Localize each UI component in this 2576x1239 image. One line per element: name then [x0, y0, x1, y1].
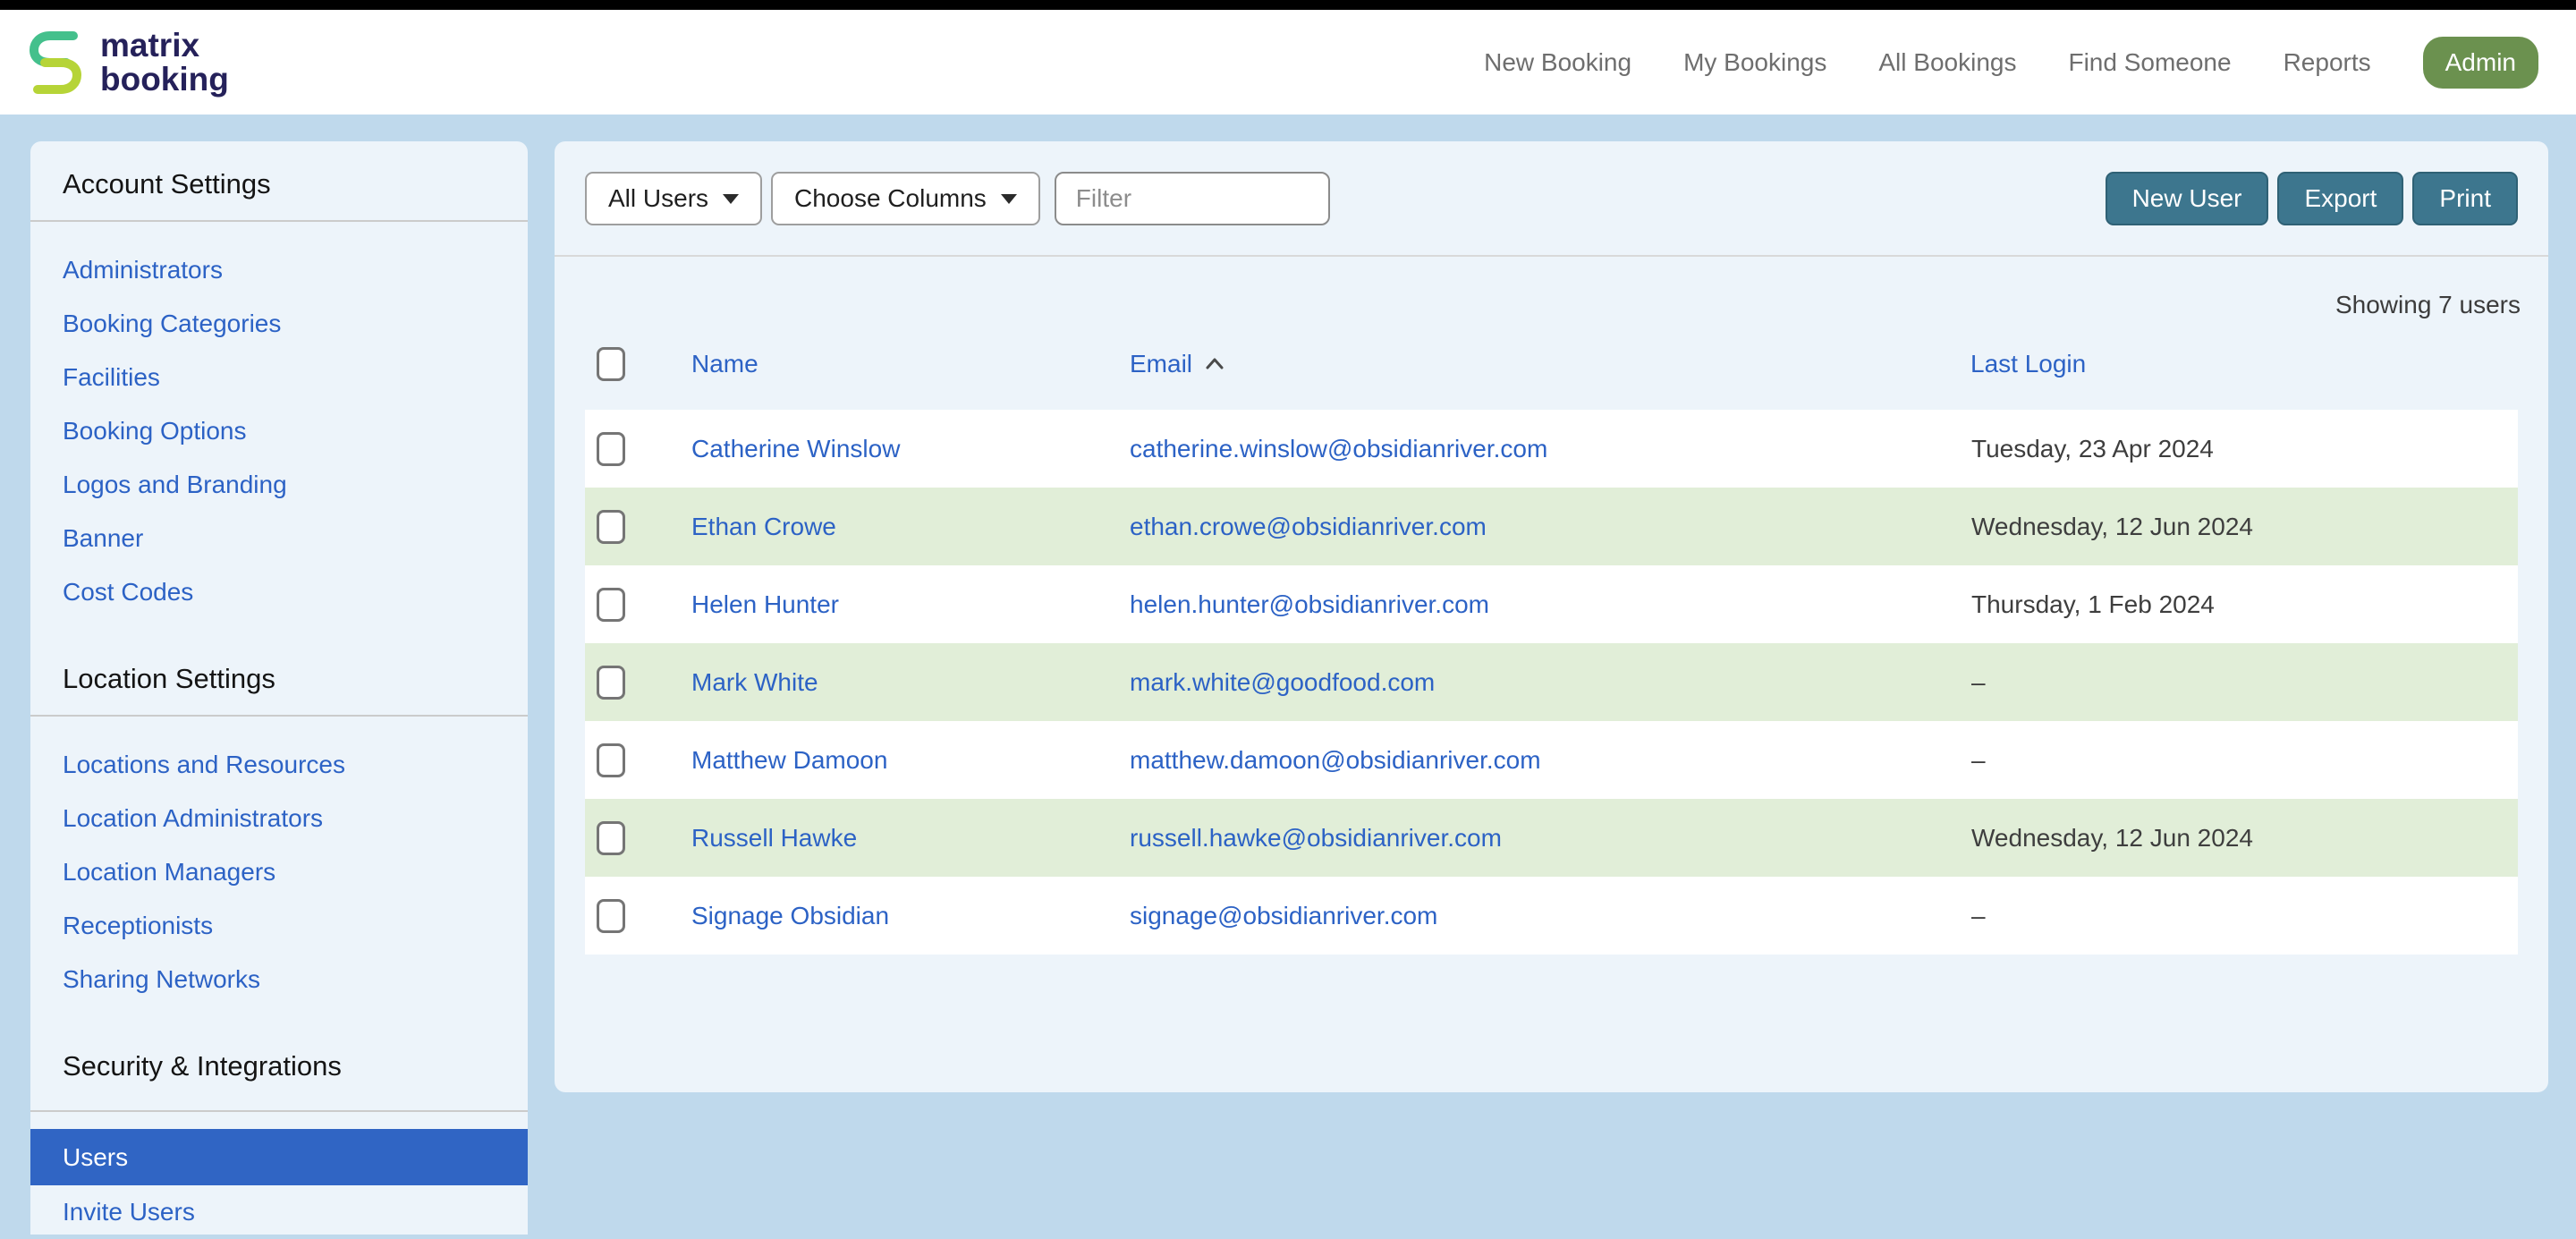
users-panel: All Users Choose Columns New User Export…: [555, 141, 2548, 1092]
nav-admin-button[interactable]: Admin: [2423, 37, 2538, 89]
sidebar-item-location-administrators[interactable]: Location Administrators: [30, 792, 528, 845]
sidebar-divider: [30, 1110, 528, 1112]
row-checkbox[interactable]: [597, 666, 625, 700]
user-email-link[interactable]: helen.hunter@obsidianriver.com: [1100, 590, 1941, 619]
header-checkbox-cell: [585, 347, 662, 381]
nav-find-someone[interactable]: Find Someone: [2068, 48, 2231, 77]
window-top-edge: [0, 0, 2576, 10]
last-login-value: Wednesday, 12 Jun 2024: [1941, 513, 2518, 541]
row-checkbox[interactable]: [597, 510, 625, 544]
row-checkbox[interactable]: [597, 743, 625, 777]
sidebar-item-location-managers[interactable]: Location Managers: [30, 845, 528, 899]
sidebar-item-sharing-networks[interactable]: Sharing Networks: [30, 953, 528, 1006]
sort-asc-icon: [1205, 357, 1224, 370]
users-toolbar: All Users Choose Columns New User Export…: [555, 141, 2548, 225]
matrix-booking-logo[interactable]: matrix booking: [27, 27, 229, 98]
table-row: Catherine Winslow catherine.winslow@obsi…: [585, 410, 2518, 488]
last-login-value: –: [1941, 902, 2518, 930]
sidebar-item-booking-categories[interactable]: Booking Categories: [30, 297, 528, 351]
nav-all-bookings[interactable]: All Bookings: [1878, 48, 2016, 77]
last-login-value: –: [1941, 746, 2518, 775]
column-header-email-label: Email: [1130, 350, 1192, 378]
toolbar-divider: [555, 255, 2548, 257]
last-login-value: –: [1941, 668, 2518, 697]
choose-columns-dropdown[interactable]: Choose Columns: [771, 172, 1040, 225]
user-scope-label: All Users: [608, 184, 708, 213]
logo-mark-icon: [27, 27, 84, 98]
user-name-link[interactable]: Helen Hunter: [662, 590, 1100, 619]
chevron-down-icon: [1001, 194, 1017, 204]
table-row: Mark White mark.white@goodfood.com –: [585, 643, 2518, 721]
admin-sidebar: Account Settings Administrators Booking …: [30, 141, 528, 1235]
sidebar-item-logos-and-branding[interactable]: Logos and Branding: [30, 458, 528, 512]
sidebar-item-locations-and-resources[interactable]: Locations and Resources: [30, 738, 528, 792]
nav-new-booking[interactable]: New Booking: [1484, 48, 1631, 77]
user-name-link[interactable]: Ethan Crowe: [662, 513, 1100, 541]
last-login-value: Tuesday, 23 Apr 2024: [1941, 435, 2518, 463]
sidebar-item-invite-users[interactable]: Invite Users: [30, 1185, 528, 1239]
user-email-link[interactable]: catherine.winslow@obsidianriver.com: [1100, 435, 1941, 463]
table-row: Matthew Damoon matthew.damoon@obsidianri…: [585, 721, 2518, 799]
nav-reports[interactable]: Reports: [2284, 48, 2371, 77]
user-name-link[interactable]: Signage Obsidian: [662, 902, 1100, 930]
logo-line2: booking: [100, 63, 229, 97]
user-name-link[interactable]: Mark White: [662, 668, 1100, 697]
sidebar-section-location: Locations and Resources Location Adminis…: [30, 738, 528, 1006]
sidebar-section-account: Administrators Booking Categories Facili…: [30, 243, 528, 619]
user-scope-dropdown[interactable]: All Users: [585, 172, 762, 225]
select-all-checkbox[interactable]: [597, 347, 625, 381]
row-checkbox[interactable]: [597, 432, 625, 466]
last-login-value: Wednesday, 12 Jun 2024: [1941, 824, 2518, 853]
sidebar-item-cost-codes[interactable]: Cost Codes: [30, 565, 528, 619]
sidebar-heading-security-integrations: Security & Integrations: [30, 1047, 528, 1086]
user-name-link[interactable]: Matthew Damoon: [662, 746, 1100, 775]
sidebar-item-banner[interactable]: Banner: [30, 512, 528, 565]
print-button[interactable]: Print: [2412, 172, 2518, 225]
choose-columns-label: Choose Columns: [794, 184, 987, 213]
table-row: Russell Hawke russell.hawke@obsidianrive…: [585, 799, 2518, 877]
nav-my-bookings[interactable]: My Bookings: [1683, 48, 1826, 77]
app-header: matrix booking New Booking My Bookings A…: [0, 10, 2576, 115]
table-row: Ethan Crowe ethan.crowe@obsidianriver.co…: [585, 488, 2518, 565]
sidebar-item-receptionists[interactable]: Receptionists: [30, 899, 528, 953]
row-checkbox[interactable]: [597, 588, 625, 622]
new-user-button[interactable]: New User: [2106, 172, 2269, 225]
showing-users-count: Showing 7 users: [555, 293, 2548, 318]
last-login-value: Thursday, 1 Feb 2024: [1941, 590, 2518, 619]
sidebar-item-booking-options[interactable]: Booking Options: [30, 404, 528, 458]
export-button[interactable]: Export: [2277, 172, 2403, 225]
user-name-link[interactable]: Catherine Winslow: [662, 435, 1100, 463]
user-email-link[interactable]: signage@obsidianriver.com: [1100, 902, 1941, 930]
users-table: Name Email Last Login Catherine Winslow …: [585, 318, 2518, 955]
user-email-link[interactable]: ethan.crowe@obsidianriver.com: [1100, 513, 1941, 541]
sidebar-item-administrators[interactable]: Administrators: [30, 243, 528, 297]
logo-line1: matrix: [100, 29, 229, 63]
column-header-name[interactable]: Name: [662, 350, 1100, 378]
filter-input[interactable]: [1055, 172, 1330, 225]
top-nav: New Booking My Bookings All Bookings Fin…: [1484, 37, 2538, 89]
sidebar-item-users[interactable]: Users: [30, 1129, 528, 1185]
logo-wordmark: matrix booking: [100, 29, 229, 97]
user-email-link[interactable]: mark.white@goodfood.com: [1100, 668, 1941, 697]
user-email-link[interactable]: matthew.damoon@obsidianriver.com: [1100, 746, 1941, 775]
column-header-email[interactable]: Email: [1100, 350, 1941, 378]
row-checkbox[interactable]: [597, 821, 625, 855]
sidebar-divider: [30, 220, 528, 222]
sidebar-item-facilities[interactable]: Facilities: [30, 351, 528, 404]
table-row: Helen Hunter helen.hunter@obsidianriver.…: [585, 565, 2518, 643]
sidebar-heading-account-settings: Account Settings: [30, 165, 528, 204]
sidebar-heading-location-settings: Location Settings: [30, 659, 528, 699]
user-name-link[interactable]: Russell Hawke: [662, 824, 1100, 853]
row-checkbox[interactable]: [597, 899, 625, 933]
table-row: Signage Obsidian signage@obsidianriver.c…: [585, 877, 2518, 955]
toolbar-actions: New User Export Print: [2106, 172, 2518, 225]
column-header-last-login[interactable]: Last Login: [1941, 350, 2518, 378]
users-table-header: Name Email Last Login: [585, 318, 2518, 410]
user-email-link[interactable]: russell.hawke@obsidianriver.com: [1100, 824, 1941, 853]
sidebar-divider: [30, 715, 528, 717]
chevron-down-icon: [723, 194, 739, 204]
